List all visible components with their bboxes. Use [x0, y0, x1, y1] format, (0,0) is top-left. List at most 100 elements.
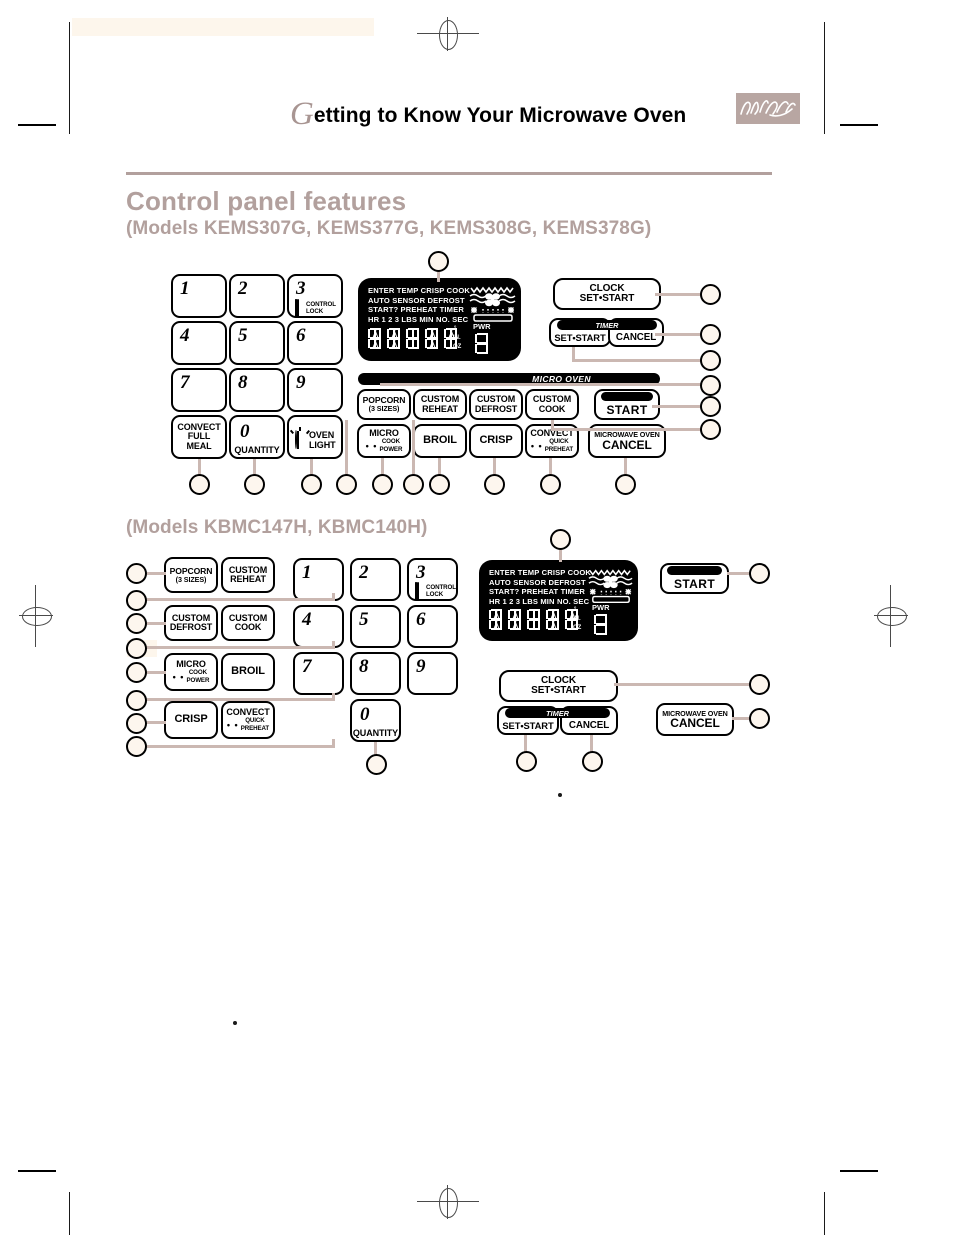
crop-mark-tr	[840, 124, 878, 126]
key-label-line2: COOK	[538, 403, 566, 414]
registration-mark-bottom	[417, 1185, 479, 1219]
leader-line	[551, 428, 703, 431]
callout-circle[interactable]	[126, 563, 147, 584]
callout-circle[interactable]	[429, 474, 450, 495]
leader-line	[147, 598, 335, 601]
brand-signature-logo	[736, 93, 800, 124]
callout-circle[interactable]	[700, 396, 721, 417]
display-line-2: AUTO SENSOR DEFROST	[368, 295, 465, 305]
callout-circle[interactable]	[540, 474, 561, 495]
callout-circle[interactable]	[336, 474, 357, 495]
section-title: Control panel features	[126, 186, 407, 216]
key-crisp[interactable]: CRISP	[469, 424, 523, 458]
start-banner	[601, 392, 653, 401]
key-0-quantity[interactable]: 0 QUANTITY	[350, 699, 401, 742]
callout-circle[interactable]	[126, 638, 147, 659]
key-5[interactable]: 5	[229, 321, 285, 365]
leader-line	[147, 721, 166, 724]
key-6[interactable]: 6	[407, 605, 458, 648]
key-convect-quick-preheat[interactable]: CONVECT • • QUICK PREHEAT	[221, 701, 275, 739]
callout-circle[interactable]	[428, 251, 449, 272]
section-divider	[126, 172, 772, 175]
key-9[interactable]: 9	[287, 368, 343, 412]
key-9[interactable]: 9	[407, 652, 458, 695]
callout-circle[interactable]	[700, 284, 721, 305]
display-line-4: HR 1 2 3 LBS MIN NO. SEC	[489, 596, 590, 606]
callout-circle[interactable]	[372, 474, 393, 495]
crop-line-left	[69, 22, 70, 134]
callout-circle[interactable]	[244, 474, 265, 495]
clock-label-line2: SET•START	[531, 685, 586, 696]
crop-line-right-bottom	[824, 1192, 825, 1235]
key-4[interactable]: 4	[171, 321, 227, 365]
leader-line	[493, 458, 496, 475]
callout-circle[interactable]	[366, 754, 387, 775]
key-6[interactable]: 6	[287, 321, 343, 365]
key-3-control-lock[interactable]: 3 CONTROL LOCK	[287, 274, 343, 318]
callout-circle[interactable]	[749, 674, 770, 695]
key-microwave-oven-cancel[interactable]: MICROWAVE OVEN CANCEL	[656, 703, 734, 736]
callout-circle[interactable]	[582, 751, 603, 772]
key-3-control-lock[interactable]: 3 CONTROL LOCK	[407, 558, 458, 601]
callout-circle[interactable]	[700, 419, 721, 440]
callout-circle[interactable]	[126, 736, 147, 757]
key-clock-set-start[interactable]: CLOCK SET•START	[499, 670, 618, 702]
display-digit-4	[425, 328, 440, 349]
key-1[interactable]: 1	[171, 274, 227, 318]
key-crisp[interactable]: CRISP	[164, 701, 218, 739]
key-7[interactable]: 7	[171, 368, 227, 412]
key-broil[interactable]: BROIL	[413, 424, 467, 458]
key-clock-set-start[interactable]: CLOCK SET•START	[553, 278, 661, 310]
key-4[interactable]: 4	[293, 605, 344, 648]
power-dots-icon: • •	[172, 671, 185, 682]
leader-line	[655, 293, 703, 296]
key-label-line1: BROIL	[231, 665, 265, 678]
callout-circle[interactable]	[126, 662, 147, 683]
key-micro-cook-power[interactable]: MICRO • • COOK POWER	[164, 653, 218, 691]
key-micro-cook-power[interactable]: MICRO • • COOK POWER	[357, 424, 411, 458]
key-1[interactable]: 1	[293, 558, 344, 601]
key-5[interactable]: 5	[350, 605, 401, 648]
key-0-quantity[interactable]: 0 QUANTITY	[229, 415, 285, 459]
key-popcorn[interactable]: POPCORN (3 SIZES)	[164, 557, 218, 593]
display-window: ENTER TEMP CRISP COOK AUTO SENSOR DEFROS…	[479, 560, 638, 641]
callout-circle[interactable]	[189, 474, 210, 495]
key-custom-cook[interactable]: CUSTOM COOK	[525, 389, 579, 420]
leader-line	[345, 420, 348, 475]
key-7[interactable]: 7	[293, 652, 344, 695]
key-custom-reheat[interactable]: CUSTOM REHEAT	[413, 389, 467, 420]
key-8[interactable]: 8	[350, 652, 401, 695]
callout-circle[interactable]	[749, 708, 770, 729]
key-oven-light[interactable]: OVEN LIGHT	[287, 415, 343, 459]
key-custom-defrost[interactable]: CUSTOM DEFROST	[469, 389, 523, 420]
callout-circle[interactable]	[403, 474, 424, 495]
callout-circle[interactable]	[550, 529, 571, 550]
key-convect-full-meal[interactable]: CONVECT FULL MEAL	[171, 415, 227, 459]
key-custom-reheat[interactable]: CUSTOM REHEAT	[221, 557, 275, 593]
key-broil[interactable]: BROIL	[221, 653, 275, 691]
key-custom-cook[interactable]: CUSTOM COOK	[221, 605, 275, 641]
key-label-line2: QUICK	[245, 717, 265, 725]
callout-circle[interactable]	[126, 690, 147, 711]
callout-circle[interactable]	[126, 713, 147, 734]
key-2[interactable]: 2	[229, 274, 285, 318]
key-label: 1	[180, 278, 190, 299]
callout-circle[interactable]	[126, 590, 147, 611]
callout-circle[interactable]	[301, 474, 322, 495]
callout-circle[interactable]	[749, 563, 770, 584]
key-popcorn[interactable]: POPCORN (3 SIZES)	[357, 389, 411, 420]
callout-circle[interactable]	[700, 324, 721, 345]
key-2[interactable]: 2	[350, 558, 401, 601]
leader-line	[147, 646, 335, 649]
callout-circle[interactable]	[126, 613, 147, 634]
callout-circle[interactable]	[615, 474, 636, 495]
callout-circle[interactable]	[700, 350, 721, 371]
key-label: 7	[180, 372, 190, 393]
leader-line	[198, 459, 201, 475]
callout-circle[interactable]	[516, 751, 537, 772]
key-8[interactable]: 8	[229, 368, 285, 412]
callout-circle[interactable]	[700, 375, 721, 396]
callout-circle[interactable]	[484, 474, 505, 495]
key-custom-defrost[interactable]: CUSTOM DEFROST	[164, 605, 218, 641]
leader-line	[147, 745, 335, 748]
